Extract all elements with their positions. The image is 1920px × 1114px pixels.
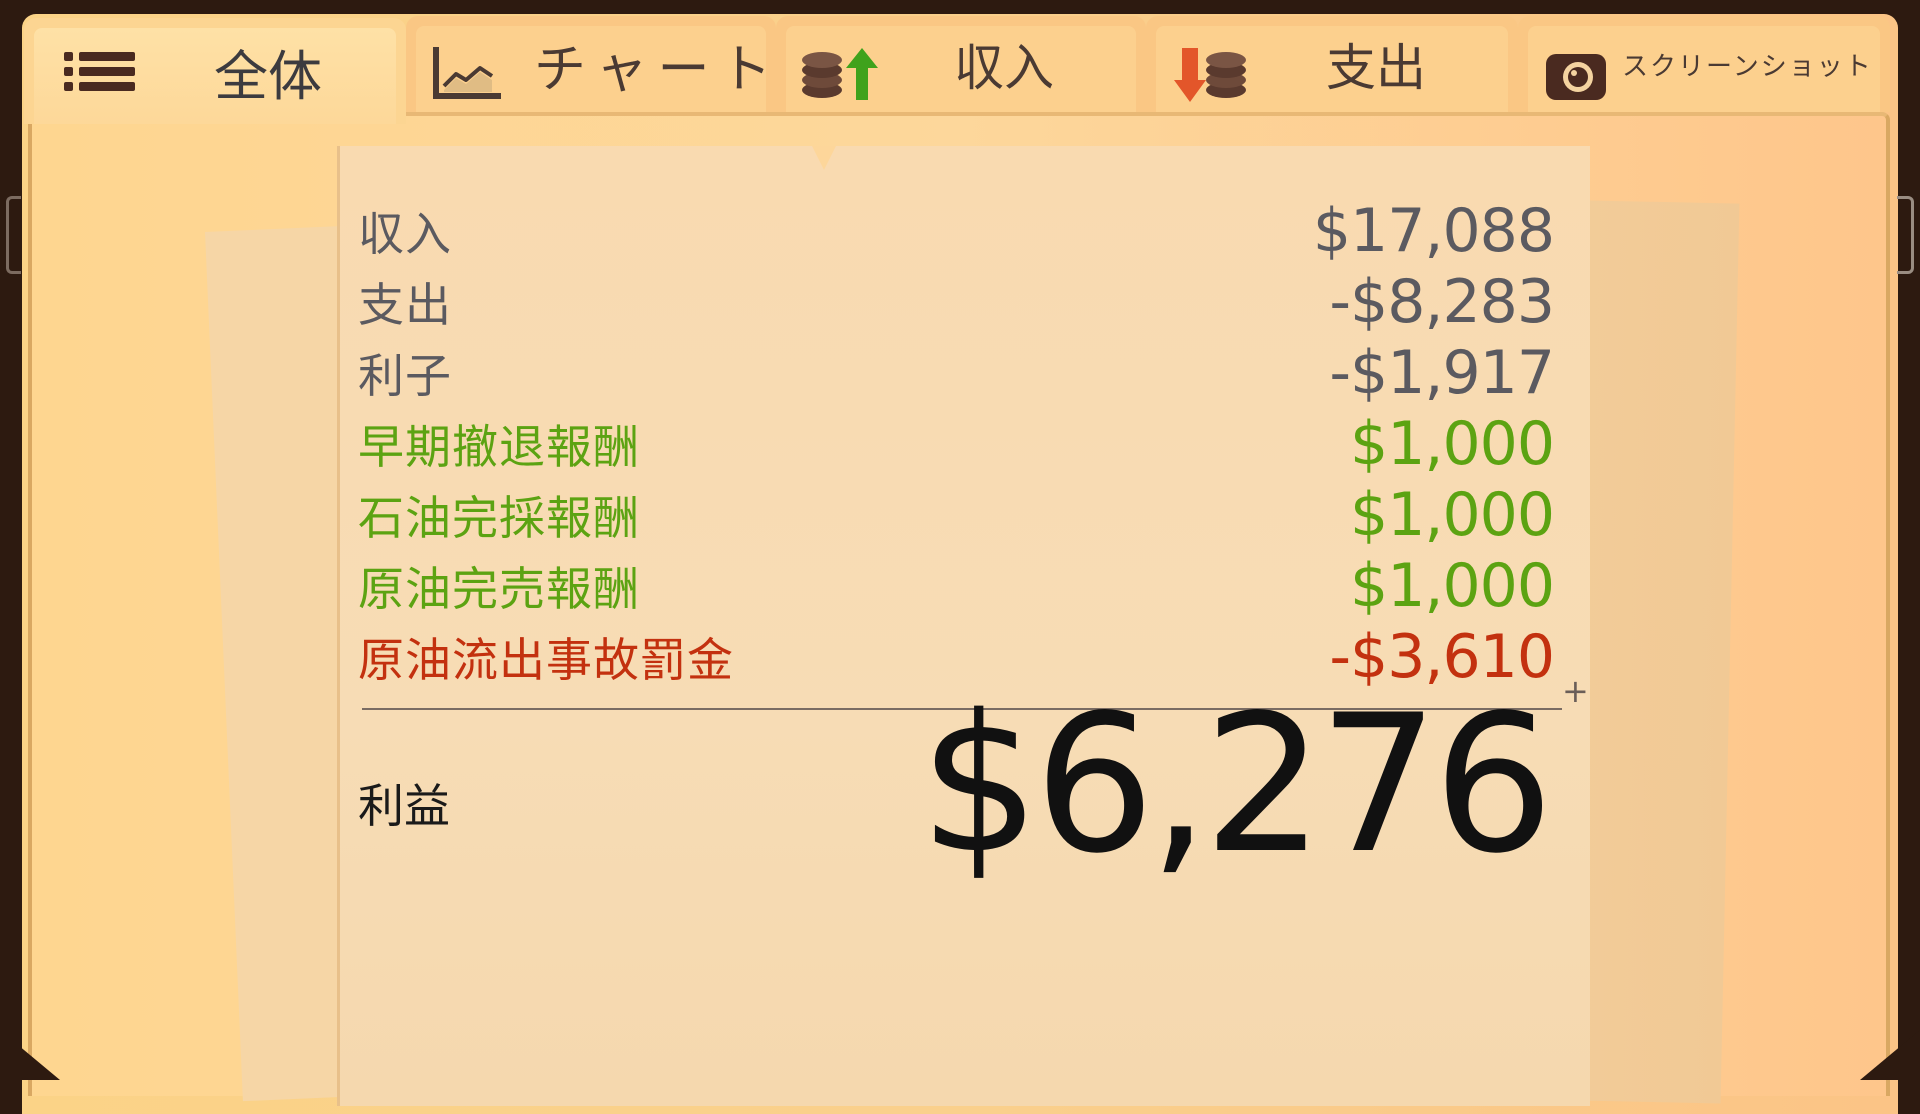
ledger-row-label: 早期撤退報酬: [358, 420, 640, 474]
ledger-row-value: -$8,283: [1329, 267, 1555, 337]
ledger-row-label: 支出: [358, 278, 452, 332]
tab-chart-label: チャート: [534, 39, 782, 100]
ledger-row-oil-depleted-bonus: 石油完採報酬 $1,000: [358, 480, 1555, 550]
ledger-row-value: -$1,917: [1329, 338, 1555, 408]
list-icon: [64, 52, 135, 91]
tab-screenshot[interactable]: スクリーンショット: [1518, 16, 1890, 112]
tab-expense-label: 支出: [1326, 39, 1426, 97]
tab-income[interactable]: 収入: [776, 16, 1146, 112]
ledger-row-label: 収入: [358, 207, 452, 261]
line-chart-icon: [433, 47, 501, 99]
ledger-row-early-exit-bonus: 早期撤退報酬 $1,000: [358, 409, 1555, 479]
profit-value: $6,276: [919, 674, 1554, 895]
ledger-row-expense: 支出 -$8,283: [358, 267, 1555, 337]
coins-up-icon: [802, 48, 878, 100]
sum-plus-mark: +: [1562, 672, 1589, 710]
ledger-row-value: $1,000: [1350, 480, 1555, 550]
paper-notch: [812, 146, 836, 170]
ledger-row-interest: 利子 -$1,917: [358, 338, 1555, 408]
tab-expense[interactable]: 支出: [1146, 16, 1518, 112]
right-edge-handle: [1897, 196, 1914, 274]
tab-screenshot-label: スクリーンショット: [1622, 51, 1873, 82]
ledger-row-label: 利子: [358, 349, 452, 403]
tab-income-label: 収入: [954, 39, 1054, 97]
ledger-row-label: 原油流出事故罰金: [358, 633, 734, 687]
ledger-row-label: 石油完採報酬: [358, 491, 640, 545]
ledger-row-income: 収入 $17,088: [358, 196, 1555, 266]
ledger-row-value: $1,000: [1350, 551, 1555, 621]
frame-corner-right: [1860, 1030, 1920, 1080]
ledger-row-sold-out-bonus: 原油完売報酬 $1,000: [358, 551, 1555, 621]
tab-overview[interactable]: 全体: [24, 18, 406, 124]
profit-label: 利益: [358, 779, 450, 833]
left-edge-handle: [6, 196, 21, 274]
coins-down-icon: [1174, 48, 1246, 102]
tab-overview-label: 全体: [214, 44, 322, 108]
tab-chart[interactable]: チャート: [406, 16, 776, 112]
ledger-row-label: 原油完売報酬: [358, 562, 640, 616]
ledger-row-value: $17,088: [1312, 196, 1555, 266]
ledger-row-value: $1,000: [1350, 409, 1555, 479]
camera-icon: [1546, 54, 1606, 100]
frame-corner-left: [0, 1030, 60, 1080]
